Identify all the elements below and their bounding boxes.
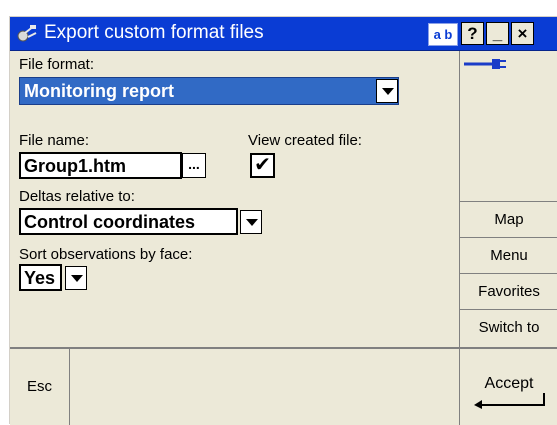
deltas-value: Control coordinates [24,212,196,232]
close-button[interactable]: × [511,22,534,45]
file-name-value: Group1.htm [24,156,126,176]
view-created-label: View created file: [248,132,362,149]
menu-button[interactable]: Menu [460,238,557,274]
file-format-dropdown-button[interactable] [376,79,398,103]
minimize-button[interactable]: _ [486,22,509,45]
status-box [460,51,557,202]
esc-button[interactable]: Esc [10,349,70,425]
file-format-value: Monitoring report [24,81,174,101]
accept-label: Accept [484,375,534,392]
deltas-label: Deltas relative to: [19,188,135,205]
satellite-icon [17,25,37,42]
side-panel: Map Menu Favorites Switch to [459,51,557,347]
accept-button[interactable]: Accept [459,349,557,425]
file-name-field[interactable]: Group1.htm [19,152,182,179]
enter-arrow-icon [474,393,545,409]
view-created-checkbox[interactable]: ✔ [250,153,275,178]
favorites-button[interactable]: Favorites [460,274,557,310]
sort-dropdown-button[interactable] [65,266,87,290]
window-title: Export custom format files [44,22,264,43]
sort-value: Yes [24,268,56,288]
sort-label: Sort observations by face: [19,246,193,263]
sort-select[interactable]: Yes [19,264,62,291]
bottom-bar: Esc Accept [10,347,557,425]
power-plug-icon [464,59,506,69]
deltas-dropdown-button[interactable] [240,210,262,234]
deltas-select[interactable]: Control coordinates [19,208,238,235]
help-button[interactable]: ? [461,22,484,45]
switch-to-button[interactable]: Switch to [460,310,557,346]
file-format-select[interactable]: Monitoring report [19,77,399,105]
browse-button[interactable]: ... [182,153,206,178]
form-panel: File format: Monitoring report File name… [10,51,459,347]
export-window: Export custom format files a b ? _ × Fil… [9,16,557,425]
keyboard-toggle-button[interactable]: a b [428,23,458,46]
map-button[interactable]: Map [460,202,557,238]
file-name-label: File name: [19,132,90,149]
title-bar: Export custom format files a b ? _ × [10,17,557,51]
file-format-label: File format: [19,56,95,73]
